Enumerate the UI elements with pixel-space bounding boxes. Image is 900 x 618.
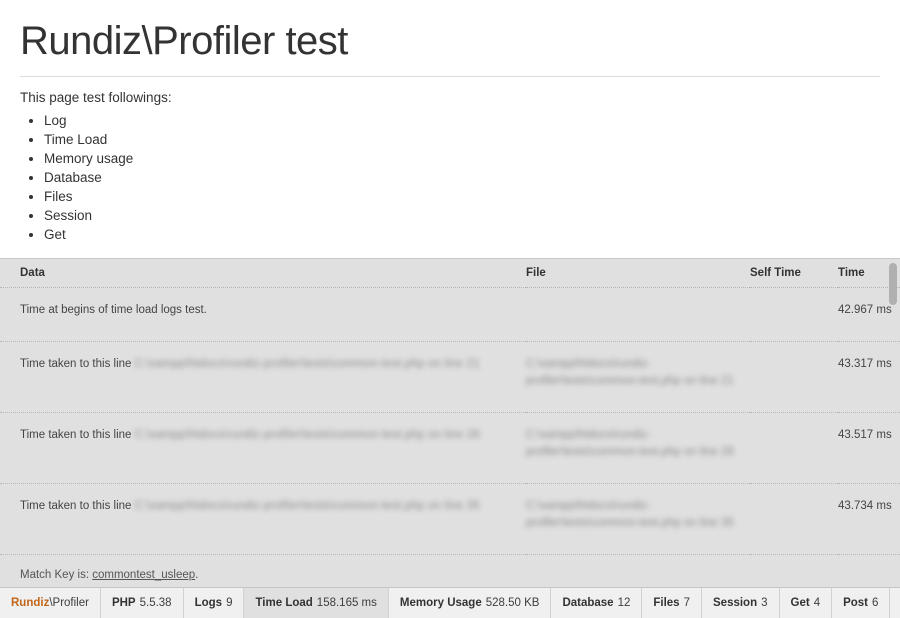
- table-row: Time at begins of time load logs test. 4…: [0, 287, 900, 342]
- tab-label: Get: [790, 597, 810, 609]
- brand-suffix: \Profiler: [49, 597, 89, 609]
- tab-value: 528.50 KB: [485, 597, 540, 609]
- list-item: Session: [44, 206, 880, 225]
- tab-php[interactable]: PHP 5.5.38: [100, 588, 184, 618]
- cell-data: Before usleep. Time taken to this line C…: [0, 554, 526, 564]
- table-row: Time taken to this line C:\xampp\htdocs\…: [0, 412, 900, 484]
- tab-value: 158.165 ms: [316, 597, 377, 609]
- cell-data: Time taken to this line C:\xampp\htdocs\…: [0, 483, 526, 555]
- tab-value: 4: [813, 597, 821, 609]
- tab-get[interactable]: Get 4: [779, 588, 833, 618]
- cell-self-time: [750, 341, 838, 413]
- tab-label: Database: [562, 597, 614, 609]
- tab-label: Memory Usage: [399, 597, 482, 609]
- tab-label: Session: [713, 597, 758, 609]
- cell-file: C:\xampp\htdocs\rundiz-profiler\tests\co…: [526, 554, 750, 564]
- column-header-self-time[interactable]: Self Time: [750, 259, 838, 288]
- cell-self-time: [750, 412, 838, 484]
- cell-data: Time taken to this line C:\xampp\htdocs\…: [0, 412, 526, 484]
- table-row: Before usleep. Time taken to this line C…: [0, 554, 900, 564]
- tab-label: PHP: [111, 597, 136, 609]
- tabbar-filler: [890, 588, 900, 618]
- tab-value: 3: [761, 597, 768, 609]
- column-header-file[interactable]: File: [526, 259, 750, 288]
- tab-label: Logs: [194, 597, 223, 609]
- tab-value: 12: [617, 597, 631, 609]
- tab-value: 6: [872, 597, 879, 609]
- tab-rundiz-profiler-brand[interactable]: Rundiz \Profiler: [0, 588, 101, 618]
- cell-self-time: [750, 483, 838, 555]
- cell-self-time: [750, 287, 838, 342]
- table-row: Time taken to this line C:\xampp\htdocs\…: [0, 483, 900, 555]
- tab-time-load[interactable]: Time Load 158.165 ms: [244, 588, 389, 618]
- title-divider: [20, 76, 880, 77]
- table-scrollbar[interactable]: [889, 263, 897, 563]
- redacted-file-path: C:\xampp\htdocs\rundiz-profiler\tests\co…: [526, 358, 734, 387]
- page-title: Rundiz\Profiler test: [20, 19, 348, 63]
- profiler-tabbar: Rundiz \Profiler PHP 5.5.38 Logs 9 Time L…: [0, 587, 900, 618]
- match-key-link[interactable]: commontest_usleep: [92, 569, 195, 581]
- cell-file: C:\xampp\htdocs\rundiz-profiler\tests\co…: [526, 341, 750, 413]
- list-item: Time Load: [44, 130, 880, 149]
- tab-files[interactable]: Files 7: [642, 588, 702, 618]
- list-item: Files: [44, 187, 880, 206]
- profiler-panel: Data File Self Time Time Time at begins …: [0, 258, 900, 618]
- log-message: Time taken to this line: [20, 500, 132, 512]
- tab-label: Time Load: [255, 597, 313, 609]
- tab-memory-usage[interactable]: Memory Usage 528.50 KB: [388, 588, 552, 618]
- table-row: Time taken to this line C:\xampp\htdocs\…: [0, 341, 900, 413]
- table-body: Time at begins of time load logs test. 4…: [0, 287, 900, 564]
- cell-file: C:\xampp\htdocs\rundiz-profiler\tests\co…: [526, 412, 750, 484]
- list-item: Log: [44, 111, 880, 130]
- table-header-row: Data File Self Time Time: [0, 259, 900, 288]
- redacted-path: C:\xampp\htdocs\rundiz-profiler\tests\co…: [134, 500, 480, 512]
- match-key-line: Match Key is: commontest_usleep.: [20, 569, 198, 581]
- cell-file: [526, 287, 750, 342]
- redacted-path: C:\xampp\htdocs\rundiz-profiler\tests\co…: [134, 358, 480, 370]
- list-item: Get: [44, 225, 880, 244]
- match-key-suffix: .: [195, 569, 199, 581]
- profiler-table-scroll-area[interactable]: Data File Self Time Time Time at begins …: [0, 259, 900, 564]
- tab-post[interactable]: Post 6: [832, 588, 891, 618]
- match-key-prefix: Match Key is:: [20, 569, 93, 581]
- log-message: Time at begins of time load logs test.: [20, 304, 207, 316]
- log-message: Time taken to this line: [20, 358, 132, 370]
- tab-database[interactable]: Database 12: [551, 588, 643, 618]
- cell-file: C:\xampp\htdocs\rundiz-profiler\tests\co…: [526, 483, 750, 555]
- table-head: Data File Self Time Time: [0, 259, 900, 288]
- redacted-file-path: C:\xampp\htdocs\rundiz-profiler\tests\co…: [526, 429, 734, 458]
- tab-value: 5.5.38: [139, 597, 172, 609]
- profiler-table: Data File Self Time Time Time at begins …: [0, 259, 900, 564]
- tab-value: 9: [226, 597, 233, 609]
- cell-self-time: [750, 554, 838, 564]
- tab-label: Post: [843, 597, 869, 609]
- scrollbar-thumb[interactable]: [889, 263, 897, 305]
- tab-session[interactable]: Session 3: [702, 588, 780, 618]
- intro-text: This page test followings:: [20, 90, 172, 105]
- log-message: Time taken to this line: [20, 429, 132, 441]
- cell-data: Time taken to this line C:\xampp\htdocs\…: [0, 341, 526, 413]
- list-item: Database: [44, 168, 880, 187]
- column-header-data[interactable]: Data: [0, 259, 526, 288]
- redacted-path: C:\xampp\htdocs\rundiz-profiler\tests\co…: [134, 429, 480, 441]
- page-content: Rundiz\Profiler test This page test foll…: [0, 18, 900, 244]
- feature-list: Log Time Load Memory usage Database File…: [20, 111, 880, 244]
- brand-name: Rundiz: [11, 597, 50, 609]
- list-item: Memory usage: [44, 149, 880, 168]
- cell-data: Time at begins of time load logs test.: [0, 287, 526, 342]
- tab-logs[interactable]: Logs 9: [183, 588, 245, 618]
- tab-label: Files: [653, 597, 680, 609]
- redacted-file-path: C:\xampp\htdocs\rundiz-profiler\tests\co…: [526, 500, 734, 529]
- tab-value: 7: [683, 597, 690, 609]
